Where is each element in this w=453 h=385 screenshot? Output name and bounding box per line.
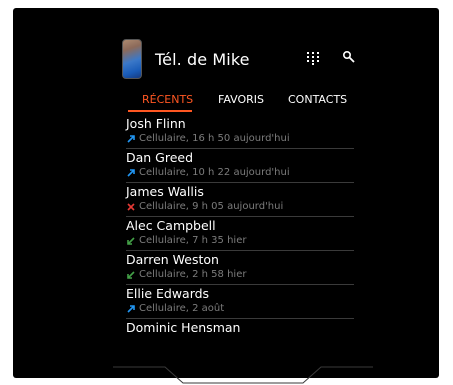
call-detail-text: Cellulaire, 9 h 05 aujourd'hui [139,201,284,212]
search-icon[interactable] [342,50,356,64]
incoming-call-icon [127,270,135,279]
page-title: Tél. de Mike [155,49,250,69]
tab-favorites[interactable]: FAVORIS [218,93,264,106]
call-detail: Cellulaire, 10 h 22 aujourd'hui [126,166,354,179]
call-detail: Cellulaire, 2 h 58 hier [126,268,354,281]
contact-name: Dominic Hensman [126,320,241,335]
contact-name: Ellie Edwards [126,286,210,301]
contact-name: Darren Weston [126,252,219,267]
call-list-item[interactable]: Darren Weston Cellulaire, 2 h 58 hier [126,251,354,285]
outgoing-call-icon [127,134,135,143]
call-detail-text: Cellulaire, 16 h 50 aujourd'hui [139,133,290,144]
contact-name: Josh Flinn [126,116,186,131]
call-detail-text: Cellulaire, 7 h 35 hier [139,235,247,246]
tab-bar: RÉCENTS FAVORIS CONTACTS [126,93,347,111]
tab-contacts[interactable]: CONTACTS [288,93,347,106]
contact-name: James Wallis [126,184,204,199]
contact-name: Dan Greed [126,150,194,165]
missed-call-icon [127,202,135,211]
contact-name: Alec Campbell [126,218,216,233]
call-list-item[interactable]: Alec Campbell Cellulaire, 7 h 35 hier [126,217,354,251]
recent-calls-list: Josh Flinn Cellulaire, 16 h 50 aujourd'hu… [126,115,354,353]
bottom-bar-decoration [113,366,373,384]
outgoing-call-icon [127,168,135,177]
active-tab-indicator [128,110,192,112]
call-detail: Cellulaire, 2 août [126,302,354,315]
header: Tél. de Mike [122,36,362,82]
call-detail: Cellulaire, 9 h 05 aujourd'hui [126,200,354,213]
tab-recents[interactable]: RÉCENTS [142,93,193,106]
call-list-item[interactable]: Josh Flinn Cellulaire, 16 h 50 aujourd'hu… [126,115,354,149]
call-list-item[interactable]: Ellie Edwards Cellulaire, 2 août [126,285,354,319]
call-list-item[interactable]: Dan Greed Cellulaire, 10 h 22 aujourd'hui [126,149,354,183]
call-detail: Cellulaire, 7 h 35 hier [126,234,354,247]
incoming-call-icon [127,236,135,245]
phone-device-icon [122,39,142,79]
call-detail: Cellulaire, 16 h 50 aujourd'hui [126,132,354,145]
call-detail-text: Cellulaire, 2 h 58 hier [139,269,247,280]
call-detail-text: Cellulaire, 2 août [139,303,225,314]
call-detail-text: Cellulaire, 10 h 22 aujourd'hui [139,167,290,178]
call-list-item[interactable]: James Wallis Cellulaire, 9 h 05 aujourd'h… [126,183,354,217]
outgoing-call-icon [127,304,135,313]
dialpad-icon[interactable] [306,51,320,65]
